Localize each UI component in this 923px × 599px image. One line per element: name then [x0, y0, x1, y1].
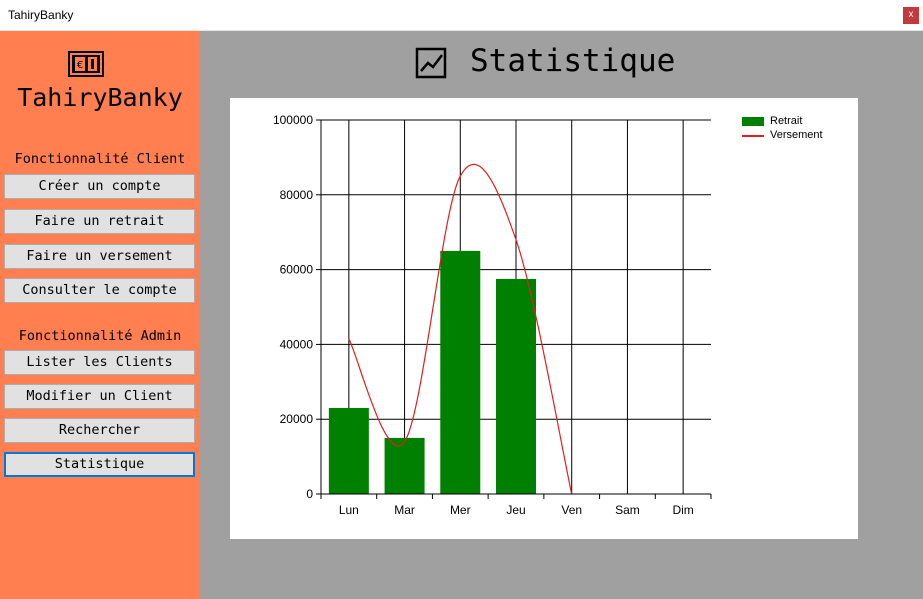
x-tick-label-jeu: Jeu	[506, 503, 525, 517]
y-tick-label: 0	[306, 487, 313, 501]
x-tick-label-mar: Mar	[394, 503, 415, 517]
page-title: Statistique	[470, 43, 676, 79]
search-button[interactable]: Rechercher	[4, 418, 195, 443]
y-tick-label: 100000	[273, 113, 313, 127]
svg-text:€: €	[77, 60, 83, 71]
x-tick-label-sam: Sam	[615, 503, 640, 517]
view-account-button[interactable]: Consulter le compte	[4, 278, 195, 303]
withdraw-button[interactable]: Faire un retrait	[4, 209, 195, 234]
deposit-button[interactable]: Faire un versement	[4, 244, 195, 269]
main-panel: Statistique 0 20000 40000 60000 80000 100000 L…	[200, 31, 923, 599]
brand-name: TahiryBanky	[17, 83, 183, 112]
legend-label-versement: Versement	[770, 129, 823, 141]
x-tick-label-dim: Dim	[672, 503, 693, 517]
money-icon: €	[68, 51, 104, 77]
window-titlebar: TahiryBanky x	[0, 0, 923, 31]
sidebar: € TahiryBanky Fonctionnalité Client Crée…	[0, 31, 200, 599]
y-tick-label: 40000	[280, 337, 314, 351]
x-tick-label-mer: Mer	[450, 503, 471, 517]
create-account-button[interactable]: Créer un compte	[4, 174, 195, 199]
line-chart-icon	[415, 47, 447, 79]
y-tick-label: 80000	[280, 188, 314, 202]
x-tick-label-ven: Ven	[561, 503, 582, 517]
window-title: TahiryBanky	[8, 8, 74, 22]
legend-swatch-retrait	[742, 117, 764, 126]
bar-retrait-mar	[384, 437, 425, 494]
admin-section-label: Fonctionnalité Admin	[18, 328, 182, 344]
legend-label-retrait: Retrait	[770, 115, 803, 127]
x-tick-label-lun: Lun	[339, 503, 359, 517]
list-clients-button[interactable]: Lister les Clients	[4, 350, 195, 375]
client-section-label: Fonctionnalité Client	[14, 151, 186, 167]
bar-retrait-jeu	[496, 278, 536, 494]
y-tick-label: 60000	[280, 263, 314, 277]
statistics-chart: 0 20000 40000 60000 80000 100000 Lun Mar Mer Jeu V…	[273, 113, 712, 517]
legend-swatch-versement	[742, 135, 764, 137]
chart-panel: 0 20000 40000 60000 80000 100000 Lun Mar Mer Jeu V…	[230, 98, 858, 539]
y-tick-label: 20000	[280, 412, 314, 426]
close-button[interactable]: x	[903, 7, 919, 24]
edit-client-button[interactable]: Modifier un Client	[4, 384, 195, 409]
bar-retrait-mer	[440, 250, 481, 494]
statistics-button[interactable]: Statistique	[4, 452, 195, 477]
bar-retrait-lun	[328, 407, 369, 494]
